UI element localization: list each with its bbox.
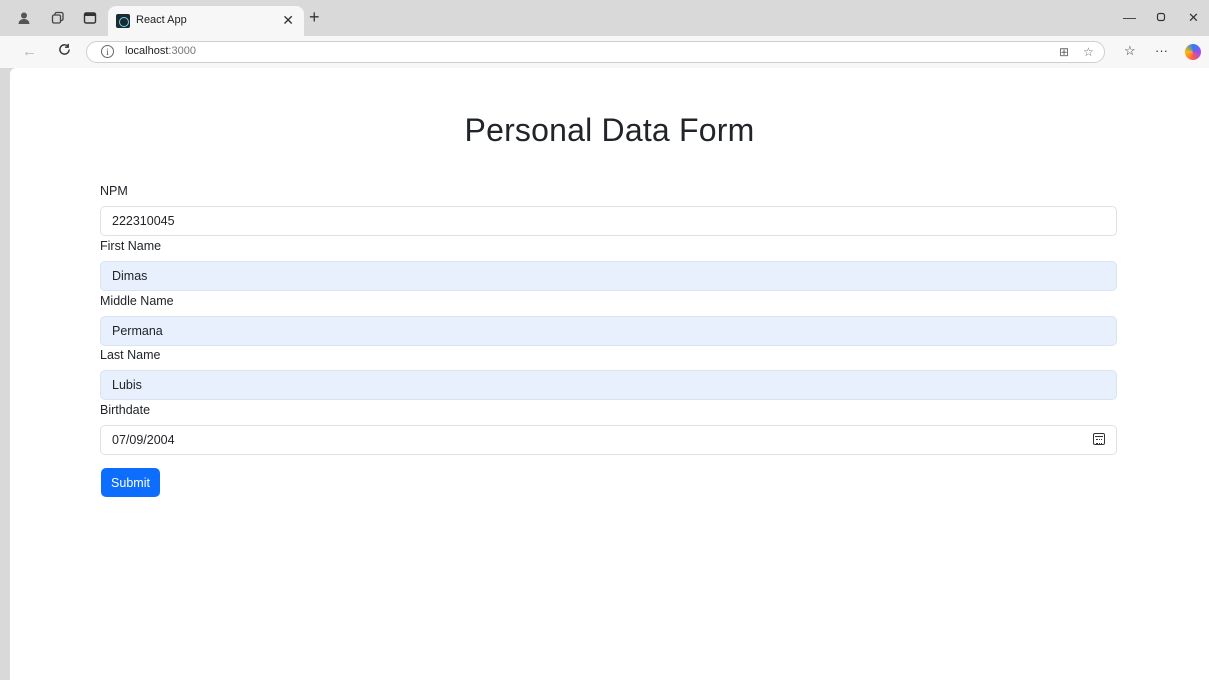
window-close-icon[interactable]: ✕ <box>1188 10 1199 26</box>
tab-close-icon[interactable]: ✕ <box>282 12 294 29</box>
favorite-star-icon[interactable]: ☆ <box>1083 45 1094 59</box>
npm-input[interactable] <box>100 206 1117 236</box>
last-name-input[interactable] <box>100 370 1117 400</box>
last-name-label: Last Name <box>100 348 161 362</box>
favorites-icon[interactable]: ☆ <box>1124 43 1136 59</box>
middle-name-input[interactable] <box>100 316 1117 346</box>
middle-name-label: Middle Name <box>100 294 174 308</box>
site-info-icon[interactable]: i <box>101 45 114 58</box>
workspaces-icon[interactable] <box>50 10 66 26</box>
tab-actions-icon[interactable] <box>82 10 98 26</box>
more-icon[interactable]: ··· <box>1155 43 1168 58</box>
birthdate-field <box>100 425 1117 455</box>
browser-tab[interactable]: React App ✕ <box>108 6 304 36</box>
calendar-icon[interactable] <box>1093 433 1105 445</box>
tab-title: React App <box>136 14 187 26</box>
birthdate-input[interactable] <box>100 425 1117 455</box>
minimize-icon[interactable]: — <box>1123 10 1136 25</box>
first-name-label: First Name <box>100 239 162 253</box>
submit-button[interactable]: Submit <box>101 468 160 497</box>
restore-icon[interactable] <box>1156 10 1166 25</box>
address-bar[interactable]: i localhost:3000 ⊞ ☆ <box>86 41 1105 63</box>
back-icon[interactable]: ← <box>22 43 37 60</box>
refresh-icon[interactable] <box>58 43 71 60</box>
npm-label: NPM <box>100 184 128 198</box>
new-tab-icon[interactable]: + <box>309 7 320 28</box>
address-toolbar: ← i localhost:3000 ⊞ ☆ ☆ ··· <box>0 36 1209 68</box>
page-title: Personal Data Form <box>464 112 755 148</box>
page-viewport: Personal Data Form NPM First Name Middle… <box>10 68 1209 680</box>
url-text: localhost:3000 <box>125 45 196 57</box>
profile-icon[interactable] <box>16 10 32 26</box>
copilot-icon[interactable] <box>1185 44 1201 60</box>
tab-strip: React App ✕ + — ✕ <box>0 0 1209 36</box>
split-screen-icon[interactable]: ⊞ <box>1059 45 1069 59</box>
birthdate-label: Birthdate <box>100 403 151 417</box>
react-favicon <box>116 14 130 28</box>
first-name-input[interactable] <box>100 261 1117 291</box>
